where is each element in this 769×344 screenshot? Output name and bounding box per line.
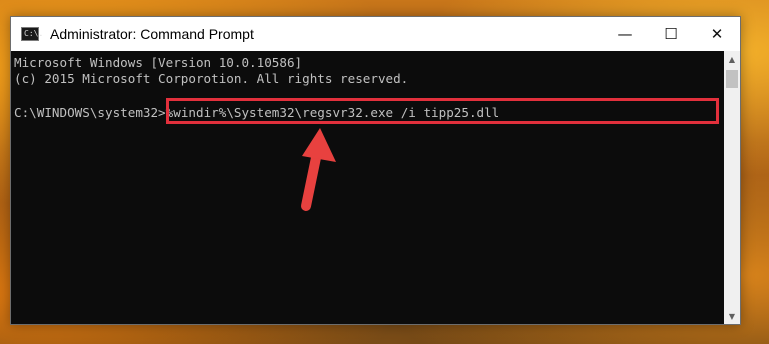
console-line: Microsoft Windows [Version 10.0.10586] [14, 55, 303, 70]
cmd-icon-glyph: C:\. [24, 29, 44, 38]
arrow-down-icon: ▼ [728, 311, 736, 321]
console-output[interactable]: Microsoft Windows [Version 10.0.10586] (… [11, 51, 724, 324]
command-prompt-window: C:\. Administrator: Command Prompt — ☐ ✕… [10, 16, 741, 325]
vertical-scrollbar[interactable]: ▲ ▼ [724, 51, 740, 324]
pointer-arrow-icon [301, 128, 336, 211]
arrow-up-icon: ▲ [728, 54, 736, 64]
window-controls: — ☐ ✕ [602, 17, 740, 51]
maximize-icon: ☐ [664, 25, 678, 43]
minimize-icon: — [617, 25, 633, 43]
prompt-path: C:\WINDOWS\system32> [14, 105, 166, 120]
close-icon: ✕ [710, 25, 724, 43]
scroll-down-button[interactable]: ▼ [724, 308, 740, 324]
command-highlight-box [166, 98, 719, 124]
window-title: Administrator: Command Prompt [50, 26, 254, 42]
maximize-button[interactable]: ☐ [648, 17, 694, 51]
console-line: (c) 2015 Microsoft Corporotion. All righ… [14, 71, 409, 86]
close-button[interactable]: ✕ [694, 17, 740, 51]
minimize-button[interactable]: — [602, 17, 648, 51]
scrollbar-thumb[interactable] [726, 70, 738, 88]
scroll-up-button[interactable]: ▲ [724, 51, 740, 67]
title-bar[interactable]: C:\. Administrator: Command Prompt — ☐ ✕ [11, 17, 740, 51]
cmd-icon: C:\. [21, 27, 43, 41]
